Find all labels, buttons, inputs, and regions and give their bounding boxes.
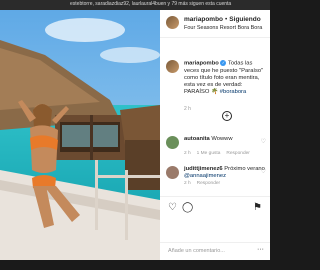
comment-avatar[interactable] <box>166 166 179 179</box>
like-heart-icon[interactable]: ♡ <box>168 203 177 213</box>
avatar[interactable] <box>166 16 179 29</box>
header-user-line: mariapombo • Siguiendo <box>184 16 261 23</box>
post-header: mariapombo • Siguiendo Four Seasons Resort… <box>160 10 270 38</box>
location-link[interactable]: Four Seasons Resort Bora Bora <box>184 25 262 31</box>
comment-reply-button[interactable]: Responder <box>226 151 249 156</box>
top-bar: estebtorre, saradiazdiaz92, laurlaural4b… <box>0 0 270 10</box>
comment-text: autoanita Wowww <box>184 136 268 143</box>
post-modal: mariapombo • Siguiendo Four Seasons Resort… <box>0 10 270 260</box>
comment-body: Próximo verano <box>224 166 265 172</box>
comment-item: judittjimenez6 Próximo verano @annaajime… <box>160 164 270 188</box>
caption-avatar[interactable] <box>166 60 179 73</box>
hashtag-link[interactable]: #borabora <box>220 89 246 95</box>
comment-likes[interactable]: 1 Me gusta <box>197 151 221 156</box>
comment-body: Wowww <box>211 136 233 142</box>
comment-avatar[interactable] <box>166 136 179 149</box>
comment-mention-link[interactable]: @annaajimenez <box>184 173 226 179</box>
comment-item: autoanita Wowww 2 h 1 Me gusta Responder ♡ <box>160 134 270 158</box>
followers-notice: estebtorre, saradiazdiaz92, laurlaural4b… <box>70 1 232 7</box>
comment-username[interactable]: autoanita <box>184 136 210 142</box>
separator-dot: • <box>225 16 228 23</box>
caption-time: 2 h <box>184 106 191 112</box>
post-caption: mariapombo ✓ Todas las veces que he pues… <box>160 40 270 120</box>
post-sidebar: mariapombo • Siguiendo Four Seasons Resort… <box>160 10 270 260</box>
verified-badge-icon: ✓ <box>220 60 227 66</box>
add-comment-bar: Añade un comentario... ··· <box>160 242 270 260</box>
comment-heart-icon[interactable]: ♡ <box>261 138 266 145</box>
header-username[interactable]: mariapombo <box>184 16 223 23</box>
comment-time: 2 h <box>184 151 191 156</box>
comment-meta: 2 h Responder <box>184 181 226 186</box>
comment-meta: 2 h 1 Me gusta Responder <box>184 151 256 156</box>
comment-bubble-icon[interactable]: ◯ <box>182 203 193 213</box>
post-photo[interactable] <box>0 10 160 260</box>
add-comment-input[interactable]: Añade un comentario... <box>168 248 225 254</box>
bottom-bar <box>0 260 270 270</box>
beach-photo-illustration <box>0 10 160 260</box>
comment-reply-button[interactable]: Responder <box>197 181 220 186</box>
caption-username[interactable]: mariapombo <box>184 61 219 67</box>
more-options-icon[interactable]: ··· <box>257 246 264 253</box>
comment-text: judittjimenez6 Próximo verano @annaajime… <box>184 166 268 180</box>
load-more-comments-icon[interactable]: + <box>222 111 232 121</box>
caption-text: mariapombo ✓ Todas las veces que he pues… <box>184 60 268 96</box>
comment-username[interactable]: judittjimenez6 <box>184 166 223 172</box>
following-button[interactable]: Siguiendo <box>229 16 260 23</box>
bookmark-icon[interactable]: ⚑ <box>253 203 262 213</box>
comment-time: 2 h <box>184 181 191 186</box>
post-actions: ♡ ◯ ⚑ <box>160 196 270 218</box>
comment-heart-icon[interactable]: ♡ <box>261 168 266 175</box>
